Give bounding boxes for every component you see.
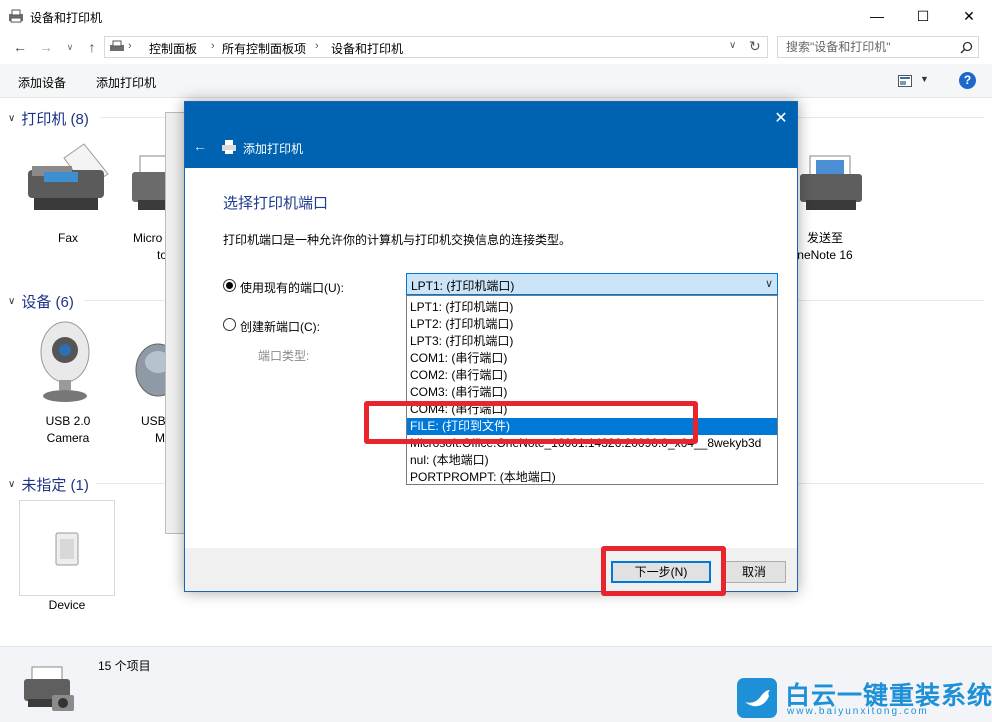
breadcrumb-all-items[interactable]: 所有控制面板项 xyxy=(222,40,306,57)
control-panel-icon xyxy=(110,40,124,51)
printer-camera-icon xyxy=(24,666,74,711)
webcam-icon xyxy=(40,321,90,402)
breadcrumb-separator-icon: › xyxy=(128,40,132,52)
cancel-button[interactable]: 取消 xyxy=(722,561,786,583)
device-label-line2: Camera xyxy=(46,431,90,445)
group-label-devices: 设备 (6) xyxy=(21,294,74,311)
minimize-button[interactable]: — xyxy=(854,0,900,32)
printer-icon xyxy=(800,155,862,210)
group-header-printers[interactable]: ∨ 打印机 (8) xyxy=(8,108,89,129)
chevron-down-icon: ∨ xyxy=(8,479,16,490)
window-title: 设备和打印机 xyxy=(30,11,103,25)
help-icon[interactable]: ? xyxy=(959,72,976,89)
dialog-title: 添加打印机 xyxy=(243,142,304,156)
group-header-devices[interactable]: ∨ 设备 (6) xyxy=(8,291,74,312)
search-icon[interactable] xyxy=(960,41,973,54)
port-option[interactable]: COM1: (串行端口) xyxy=(407,350,777,367)
chevron-down-icon: ∨ xyxy=(8,113,16,124)
address-dropdown-icon[interactable]: ∨ xyxy=(729,40,736,51)
watermark-url: www.baiyunxitong.com xyxy=(787,706,929,717)
group-header-unspecified[interactable]: ∨ 未指定 (1) xyxy=(8,474,89,495)
printer-send-to-onenote[interactable]: 发送至 neNote 16 xyxy=(790,130,886,262)
port-type-label: 端口类型: xyxy=(258,349,310,363)
close-window-button[interactable]: ✕ xyxy=(946,0,992,32)
device-label: Device xyxy=(48,598,86,612)
window-titlebar: 设备和打印机 — ☐ ✕ xyxy=(0,0,992,32)
port-option[interactable]: LPT1: (打印机端口) xyxy=(407,299,777,316)
address-bar[interactable]: › 控制面板 › 所有控制面板项 › 设备和打印机 ∨ ↻ xyxy=(104,36,768,58)
port-option[interactable]: COM2: (串行端口) xyxy=(407,367,777,384)
group-label-printers: 打印机 (8) xyxy=(21,111,89,128)
refresh-icon[interactable]: ↻ xyxy=(749,38,761,55)
item-count: 15 个项目 xyxy=(98,659,151,673)
breadcrumb-separator-icon: › xyxy=(211,40,215,52)
port-select-value: LPT1: (打印机端口) xyxy=(411,279,515,293)
arrow-right-icon: → xyxy=(39,39,53,55)
create-new-port-radio[interactable] xyxy=(223,318,236,331)
port-description: 打印机端口是一种允许你的计算机与打印机交换信息的连接类型。 xyxy=(223,233,572,247)
port-option[interactable]: nul: (本地端口) xyxy=(407,452,777,469)
dialog-close-button[interactable]: ✕ xyxy=(769,108,793,128)
view-options-button[interactable]: ▼ xyxy=(896,73,932,89)
fax-icon xyxy=(28,143,109,210)
maximize-icon: ☐ xyxy=(916,7,930,24)
port-option[interactable]: COM3: (串行端口) xyxy=(407,384,777,401)
annotation-highlight-file-port xyxy=(364,401,698,444)
port-select[interactable]: LPT1: (打印机端口) ∨ xyxy=(406,273,778,295)
close-icon: ✕ xyxy=(774,110,788,127)
recent-locations-button[interactable]: ∨ xyxy=(60,38,80,56)
breadcrumb-devices-printers[interactable]: 设备和打印机 xyxy=(331,40,403,57)
port-option[interactable]: PORTPROMPT: (本地端口) xyxy=(407,469,777,484)
watermark: 白云一键重装系统 www.baiyunxitong.com xyxy=(737,676,992,720)
printer-fax[interactable]: Fax xyxy=(20,130,116,250)
search-box[interactable] xyxy=(777,36,979,58)
search-input[interactable] xyxy=(778,37,958,57)
dialog-header: ✕ ← 添加打印机 xyxy=(185,102,797,168)
device-generic[interactable] xyxy=(19,500,115,596)
up-button[interactable]: ↑ xyxy=(82,38,102,56)
device-box-icon xyxy=(55,532,79,566)
section-title: 选择打印机端口 xyxy=(223,195,329,212)
breadcrumb-control-panel[interactable]: 控制面板 xyxy=(149,40,197,57)
port-dropdown-list[interactable]: LPT1: (打印机端口) LPT2: (打印机端口) LPT3: (打印机端口… xyxy=(406,295,778,485)
printer-label: Fax xyxy=(57,231,78,245)
use-existing-port-label[interactable]: 使用现有的端口(U): xyxy=(240,279,344,296)
forward-button[interactable]: → xyxy=(36,38,56,56)
caret-down-icon: ▼ xyxy=(920,74,929,84)
breadcrumb-separator-icon: › xyxy=(315,40,319,52)
chevron-down-icon: ∨ xyxy=(8,296,16,307)
port-option[interactable]: LPT2: (打印机端口) xyxy=(407,316,777,333)
devices-printers-icon xyxy=(9,9,23,23)
use-existing-port-radio[interactable] xyxy=(223,279,236,292)
arrow-left-icon: ← xyxy=(193,138,207,154)
printer-icon xyxy=(222,140,236,154)
navigation-bar: ← → ∨ ↑ › 控制面板 › 所有控制面板项 › 设备和打印机 ∨ ↻ xyxy=(0,32,992,62)
create-new-port-label[interactable]: 创建新端口(C): xyxy=(240,318,320,335)
close-icon: ✕ xyxy=(963,7,975,24)
device-label: USB 2.0 xyxy=(45,414,91,428)
arrow-left-icon: ← xyxy=(13,39,27,55)
add-device-button[interactable]: 添加设备 xyxy=(18,74,66,91)
add-printer-button[interactable]: 添加打印机 xyxy=(96,74,156,91)
minimize-icon: — xyxy=(870,8,884,24)
device-usb-camera[interactable]: USB 2.0 Camera xyxy=(20,312,116,445)
watermark-bird-logo xyxy=(737,678,777,718)
arrow-up-icon: ↑ xyxy=(88,39,96,55)
port-option[interactable]: LPT3: (打印机端口) xyxy=(407,333,777,350)
group-label-unspecified: 未指定 (1) xyxy=(21,477,89,494)
chevron-down-icon: ∨ xyxy=(764,278,773,290)
view-icon xyxy=(898,75,912,87)
dialog-back-button[interactable]: ← xyxy=(193,138,209,156)
chevron-down-icon: ∨ xyxy=(66,41,74,52)
back-button[interactable]: ← xyxy=(10,38,30,56)
annotation-highlight-next-button xyxy=(601,546,726,596)
command-bar: 添加设备 添加打印机 ▼ ? xyxy=(0,64,992,98)
maximize-button[interactable]: ☐ xyxy=(900,0,946,32)
